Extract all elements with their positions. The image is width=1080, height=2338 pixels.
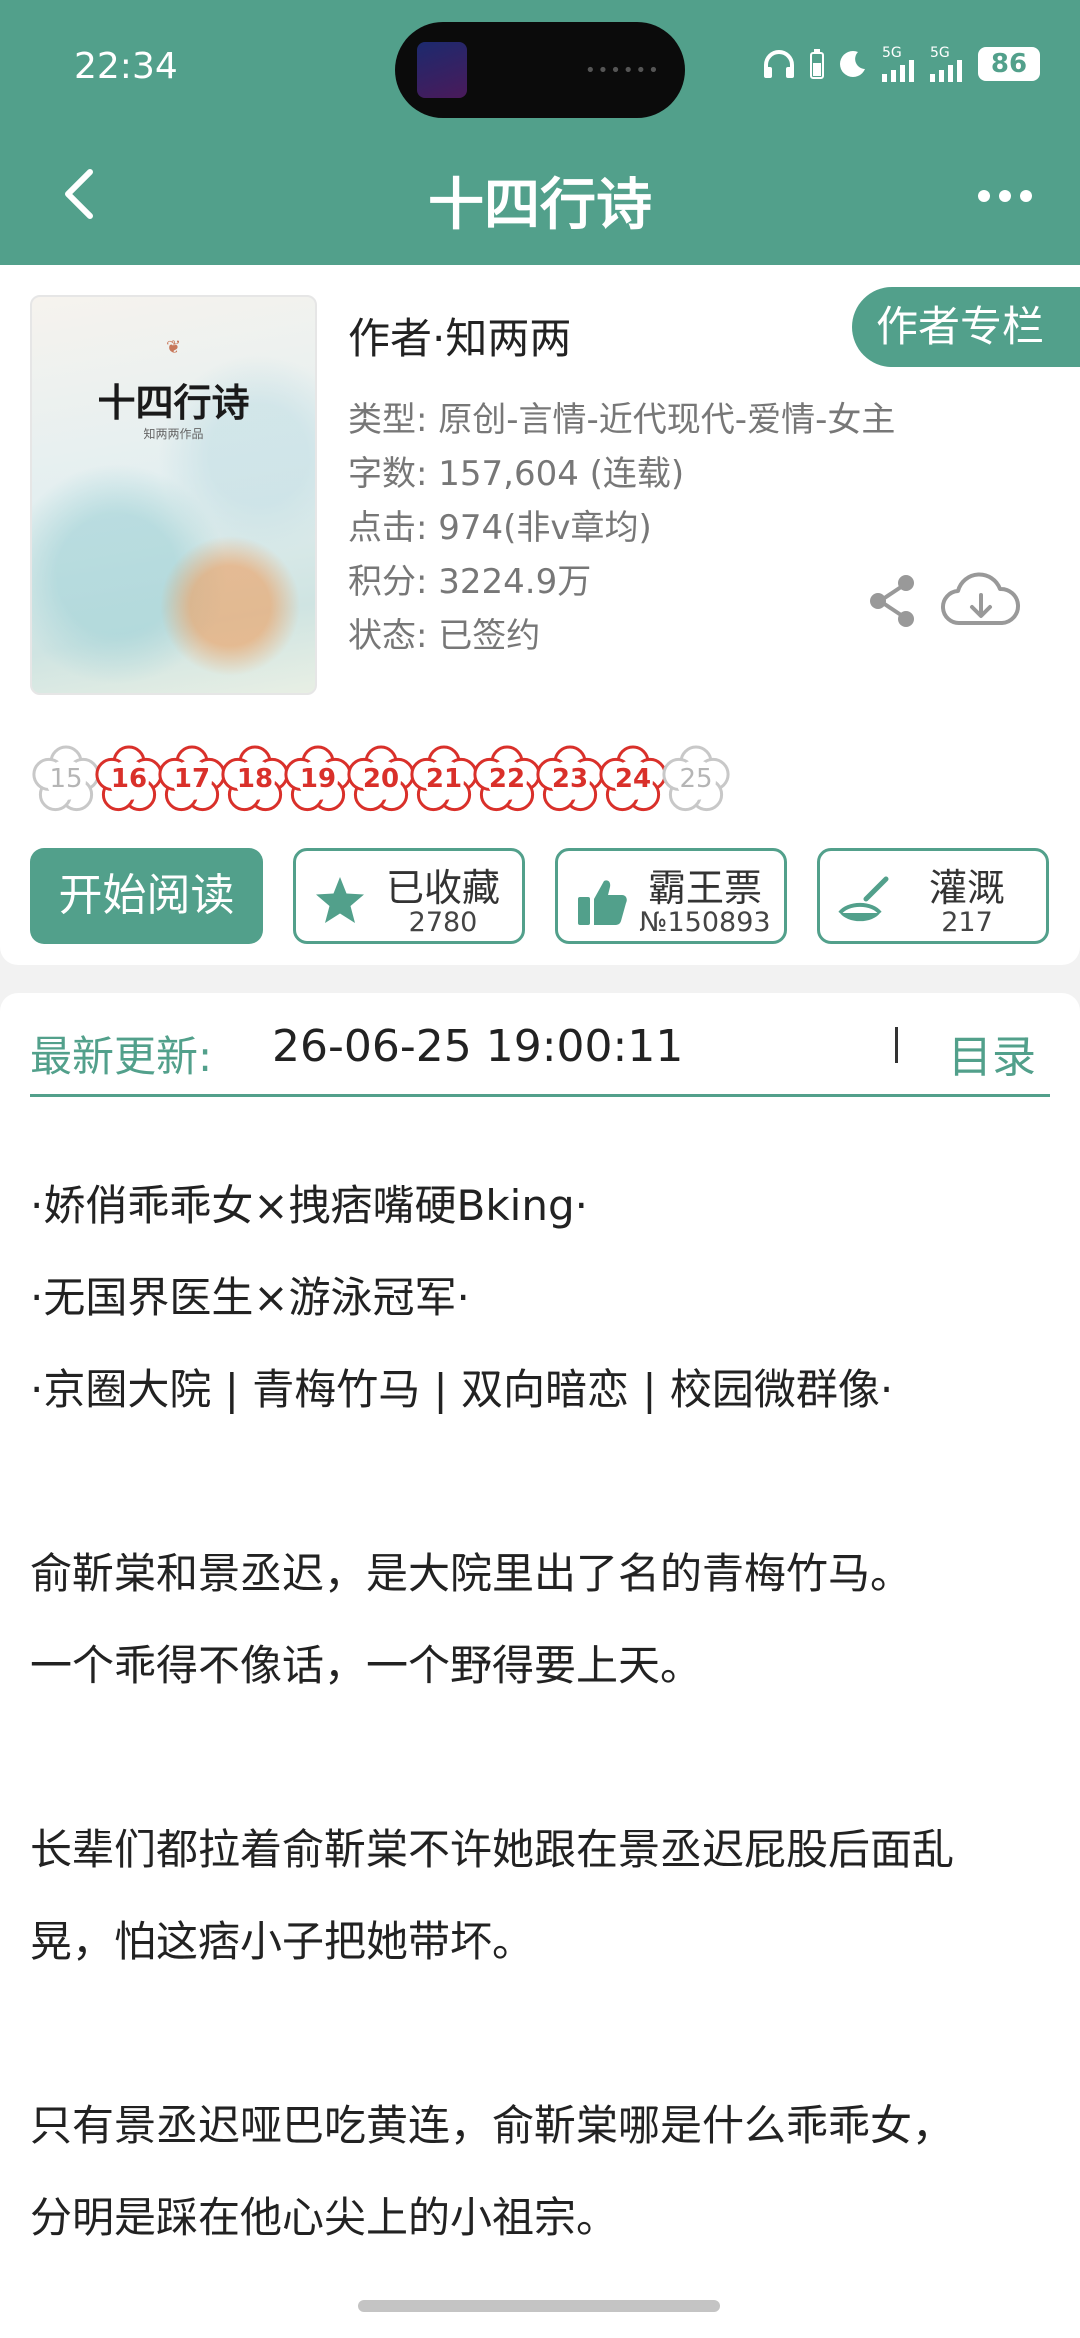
synopsis: ·娇俏乖乖女×拽痞嘴硬Bking· ·无国界医生×游泳冠军· ·京圈大院 | 青… bbox=[0, 1128, 1080, 2338]
synopsis-line: 长辈们都拉着俞靳棠不许她跟在景丞迟屁股后面乱 bbox=[30, 1825, 955, 1874]
signal-bars-icon bbox=[882, 60, 914, 82]
synopsis-line: ·娇俏乖乖女×拽痞嘴硬Bking· bbox=[30, 1181, 588, 1230]
signal-1-label: 5G bbox=[882, 45, 902, 61]
synopsis-line: 晃，怕这痞小子把她带坏。 bbox=[30, 1917, 535, 1966]
download-button[interactable] bbox=[940, 569, 1022, 633]
meta-status: 状态: 已签约 bbox=[348, 616, 541, 656]
latest-update-label: 最新更新: bbox=[30, 1032, 213, 1081]
table-of-contents-button[interactable]: 目录 bbox=[948, 1021, 1036, 1085]
home-indicator[interactable] bbox=[358, 2300, 720, 2312]
signal-2-label: 5G bbox=[930, 45, 950, 61]
author-column-button[interactable]: 作者专栏 bbox=[852, 287, 1080, 367]
meta-genre: 类型: 原创-言情-近代现代-爱情-女主 bbox=[348, 400, 896, 440]
status-time: 22:34 bbox=[74, 46, 178, 87]
ticket-label: 霸王票 bbox=[647, 866, 762, 910]
more-dots-icon bbox=[978, 190, 1032, 202]
meta-clicks: 点击: 974(非v章均) bbox=[348, 508, 652, 548]
page-title: 十四行诗 bbox=[428, 173, 652, 238]
book-meta: 类型: 原创-言情-近代现代-爱情-女主 字数: 157,604 (连载) 点击… bbox=[348, 393, 895, 663]
meta-points: 积分: 3224.9万 bbox=[348, 562, 592, 602]
synopsis-line: 只有景丞迟哑巴吃黄连，俞靳棠哪是什么乖乖女， bbox=[30, 2101, 955, 2150]
chapter-flower[interactable]: 25 bbox=[657, 740, 735, 818]
favorite-count: 2780 bbox=[408, 907, 478, 938]
irrigate-button[interactable]: 灌溉 217 bbox=[817, 848, 1049, 944]
overlord-ticket-button[interactable]: 霸王票 №150893 bbox=[555, 848, 787, 944]
ticket-count: №150893 bbox=[639, 907, 771, 938]
synopsis-line: 一个乖得不像话，一个野得要上天。 bbox=[30, 1641, 703, 1690]
synopsis-line: 分明是踩在他心尖上的小祖宗。 bbox=[30, 2193, 619, 2242]
media-thumbnail bbox=[417, 42, 467, 98]
irrigate-label: 灌溉 bbox=[928, 866, 1005, 910]
latest-update-bar: 最新更新: 26-06-25 19:00:11 目录 bbox=[0, 993, 1080, 1128]
favorite-label: 已收藏 bbox=[385, 866, 500, 910]
thumbs-up-icon bbox=[578, 880, 627, 925]
battery-indicator: 86 bbox=[978, 47, 1040, 81]
cover-title: 十四行诗 bbox=[97, 380, 250, 425]
headphones-icon bbox=[764, 50, 794, 78]
latest-update-time[interactable]: 26-06-25 19:00:11 bbox=[272, 1021, 683, 1072]
more-button[interactable] bbox=[970, 170, 1040, 220]
cloud-download-icon bbox=[941, 572, 1020, 626]
action-row: 开始阅读 已收藏 2780 霸王票 №150893 灌溉 217 bbox=[30, 848, 1055, 948]
author-name[interactable]: 作者·知两两 bbox=[348, 305, 571, 366]
share-icon bbox=[870, 575, 914, 627]
nav-bar: 十四行诗 bbox=[0, 140, 1080, 250]
synopsis-line: 俞靳棠和景丞迟，是大院里出了名的青梅竹马。 bbox=[30, 1549, 913, 1598]
status-icons: 5G 5G 86 bbox=[762, 46, 1040, 82]
share-button[interactable] bbox=[866, 573, 918, 629]
irrigate-count: 217 bbox=[941, 907, 993, 938]
app-header: 22:34 •••••• 5G 5G 86 十四行诗 bbox=[0, 0, 1080, 265]
divider bbox=[895, 1027, 898, 1063]
signal-1: 5G bbox=[882, 46, 916, 82]
underline bbox=[30, 1094, 1050, 1097]
watering-flask-icon bbox=[838, 876, 889, 922]
waveform-icon: •••••• bbox=[585, 60, 661, 81]
signal-bars-icon bbox=[930, 60, 962, 82]
signal-2: 5G bbox=[930, 46, 964, 82]
synopsis-line: ·无国界医生×游泳冠军· bbox=[30, 1273, 470, 1322]
favorite-button[interactable]: 已收藏 2780 bbox=[293, 848, 525, 944]
star-icon bbox=[316, 877, 364, 923]
synopsis-line: ·京圈大院 | 青梅竹马 | 双向暗恋 | 校园微群像· bbox=[30, 1365, 894, 1414]
dynamic-island[interactable]: •••••• bbox=[395, 22, 685, 118]
chapter-flower-strip: 15 16 17 18 19 20 21 22 23 24 25 bbox=[32, 740, 1075, 820]
book-info-card: ❦ 十四行诗 知两两作品 作者·知两两 作者专栏 类型: 原创-言情-近代现代-… bbox=[0, 265, 1080, 965]
book-cover[interactable]: ❦ 十四行诗 知两两作品 bbox=[30, 295, 317, 695]
cover-subtitle: 知两两作品 bbox=[143, 427, 204, 441]
status-bar: 22:34 •••••• 5G 5G 86 bbox=[0, 0, 1080, 135]
battery-small-icon bbox=[810, 49, 824, 79]
start-reading-button[interactable]: 开始阅读 bbox=[30, 848, 263, 944]
moon-icon bbox=[840, 51, 865, 77]
meta-word-count: 字数: 157,604 (连载) bbox=[348, 454, 685, 494]
chapter-flower-label: 25 bbox=[679, 764, 713, 794]
bow-icon: ❦ bbox=[166, 337, 182, 358]
